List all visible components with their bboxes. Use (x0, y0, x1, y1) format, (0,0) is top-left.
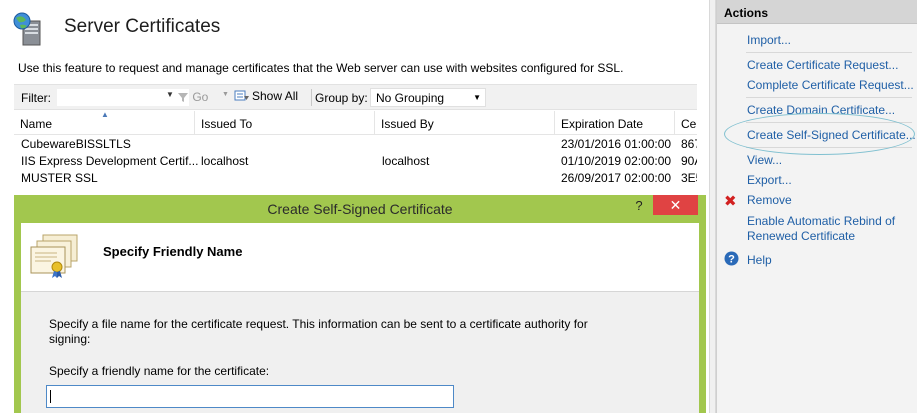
action-separator (746, 97, 912, 98)
funnel-icon (178, 93, 188, 102)
group-by-select[interactable]: No Grouping ▼ (370, 88, 486, 107)
toolbar-separator (311, 89, 312, 106)
help-icon: ? (724, 251, 739, 266)
cell-issued-to: localhost (201, 154, 249, 168)
chevron-down-icon[interactable]: ▼ (473, 93, 481, 102)
chevron-down-icon[interactable]: ▼ (166, 90, 174, 99)
dialog-body: Specify Friendly Name Specify a file nam… (21, 223, 699, 413)
column-header-issued-by[interactable]: Issued By (375, 111, 555, 135)
cell-name: CubewareBISSLTLS (21, 137, 131, 151)
friendly-name-input[interactable] (46, 385, 454, 408)
create-self-signed-certificate-link[interactable]: Create Self-Signed Certificate... (747, 128, 916, 142)
remove-x-icon: ✖ (724, 193, 737, 210)
table-row[interactable]: IIS Express Development Certif... localh… (14, 152, 697, 169)
complete-certificate-request-link[interactable]: Complete Certificate Request... (747, 78, 914, 92)
help-link[interactable]: Help (747, 253, 772, 267)
enable-automatic-rebind-link[interactable]: Enable Automatic Rebind of Renewed Certi… (747, 214, 912, 244)
sort-ascending-icon: ▲ (101, 110, 109, 119)
cell-certificate-hash: 867 (681, 137, 697, 151)
group-by-label: Group by: (315, 91, 368, 105)
export-link[interactable]: Export... (747, 173, 792, 187)
cell-certificate-hash: 3E5 (681, 171, 697, 185)
close-button[interactable]: ✕ (653, 195, 698, 215)
column-header-issued-to[interactable]: Issued To (195, 111, 375, 135)
svg-text:?: ? (728, 254, 735, 266)
show-all-icon (234, 90, 249, 101)
actions-pane: Actions Import... Create Certificate Req… (716, 0, 917, 413)
show-all-label: Show All (252, 89, 299, 103)
table-row[interactable]: MUSTER SSL 26/09/2017 02:00:00 3E5 (14, 169, 697, 186)
action-separator (746, 122, 912, 123)
cell-name: MUSTER SSL (21, 171, 98, 185)
column-header-expiration-date[interactable]: Expiration Date (555, 111, 675, 135)
wizard-header: Specify Friendly Name (21, 223, 699, 292)
action-separator (746, 52, 912, 53)
filter-label: Filter: (21, 91, 51, 105)
wizard-heading: Specify Friendly Name (103, 244, 243, 259)
certificate-icon (30, 234, 78, 278)
column-header-certificate-hash[interactable]: Ce (675, 111, 697, 135)
cell-issued-by: localhost (382, 154, 430, 168)
action-separator (746, 147, 912, 148)
dialog-title: Create Self-Signed Certificate (267, 201, 453, 217)
cell-name: IIS Express Development Certif... (21, 154, 199, 168)
cell-expiration-date: 23/01/2016 01:00:00 (561, 137, 672, 151)
page-title: Server Certificates (64, 16, 221, 37)
import-link[interactable]: Import... (747, 33, 791, 47)
cell-expiration-date: 26/09/2017 02:00:00 (561, 171, 672, 185)
create-self-signed-certificate-dialog: Create Self-Signed Certificate ? ✕ Speci… (14, 195, 706, 413)
show-all-button[interactable]: Show All (234, 89, 298, 103)
friendly-name-label: Specify a friendly name for the certific… (49, 364, 270, 378)
group-by-value: No Grouping (376, 91, 445, 105)
go-button[interactable]: Go (177, 90, 208, 104)
filter-bar: Filter: ▼ Go ▼ Show All Group by: No Gro… (14, 84, 697, 110)
go-label: Go (192, 90, 209, 104)
remove-link[interactable]: Remove (747, 193, 792, 207)
certificates-table: Name ▲ Issued To Issued By Expiration Da… (14, 110, 697, 186)
view-link[interactable]: View... (747, 153, 782, 167)
create-domain-certificate-link[interactable]: Create Domain Certificate... (747, 103, 895, 117)
create-certificate-request-link[interactable]: Create Certificate Request... (747, 58, 898, 72)
cell-expiration-date: 01/10/2019 02:00:00 (561, 154, 672, 168)
table-header: Name ▲ Issued To Issued By Expiration Da… (14, 110, 697, 135)
pane-splitter[interactable] (709, 0, 716, 413)
help-button[interactable]: ? (626, 197, 652, 217)
text-caret (50, 390, 51, 403)
server-globe-icon (13, 12, 41, 46)
chevron-down-icon[interactable]: ▼ (222, 91, 229, 98)
table-row[interactable]: CubewareBISSLTLS 23/01/2016 01:00:00 867 (14, 135, 697, 152)
page-description: Use this feature to request and manage c… (18, 61, 624, 75)
actions-header: Actions (717, 0, 917, 24)
wizard-description: Specify a file name for the certificate … (49, 317, 588, 346)
cell-certificate-hash: 90A (681, 154, 697, 168)
